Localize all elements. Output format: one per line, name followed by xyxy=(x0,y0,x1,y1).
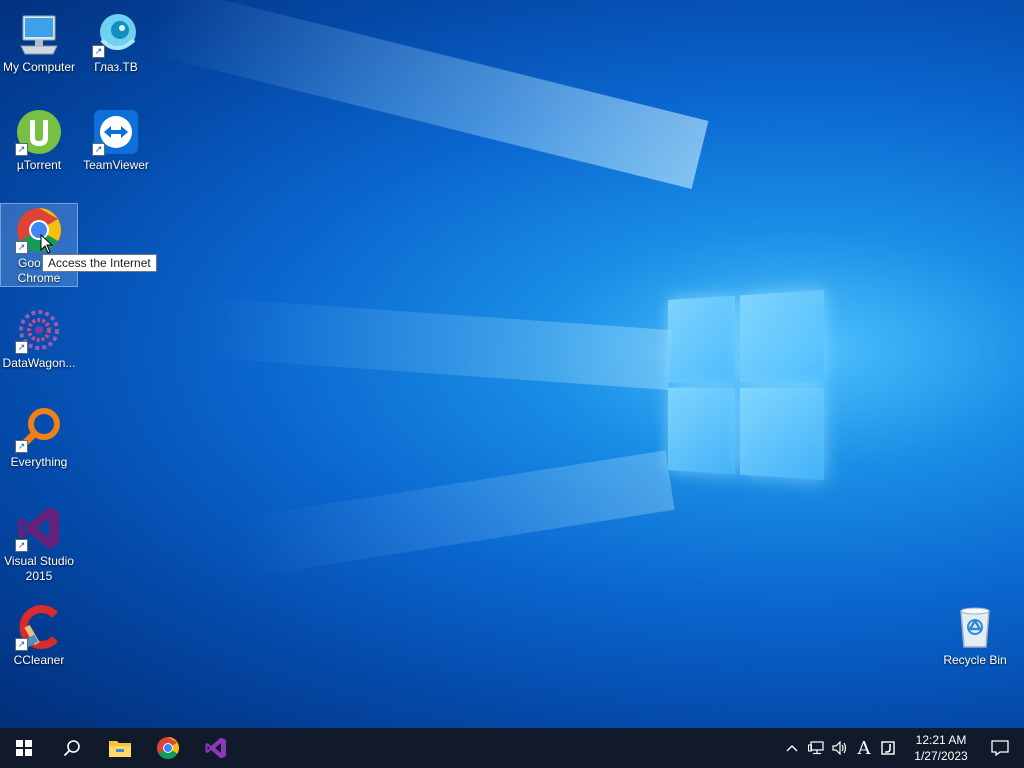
desktop-icon-google-chrome[interactable]: ↗ Goo Chrome xyxy=(0,203,78,287)
network-icon xyxy=(808,741,824,755)
desktop-icon-teamviewer[interactable]: ↗ TeamViewer xyxy=(78,106,154,173)
mouse-cursor-icon xyxy=(40,233,54,254)
desktop-icon-datawagon[interactable]: ↗ DataWagon... xyxy=(1,304,77,371)
desktop-icon-label: Глаз.ТВ xyxy=(94,60,138,74)
chrome-icon xyxy=(157,737,179,759)
network-button[interactable] xyxy=(804,728,828,768)
shortcut-arrow-icon: ↗ xyxy=(15,638,28,651)
desktop-icon-label: Everything xyxy=(10,455,68,469)
wallpaper-beam xyxy=(199,297,673,390)
desktop-icon-label: Chrome xyxy=(17,271,61,285)
desktop-icon-glaz-tv[interactable]: ↗ Глаз.ТВ xyxy=(78,8,154,75)
desktop-icon-everything[interactable]: ↗ Everything xyxy=(1,403,77,470)
desktop-icon-ccleaner[interactable]: ↗ CCleaner xyxy=(1,601,77,668)
shortcut-arrow-icon: ↗ xyxy=(15,539,28,552)
tooltip: Access the Internet xyxy=(42,254,157,272)
recycle-bin-icon xyxy=(951,603,999,651)
start-button[interactable] xyxy=(0,728,48,768)
ime-button[interactable] xyxy=(876,728,900,768)
shortcut-arrow-icon: ↗ xyxy=(15,440,28,453)
teamviewer-icon: ↗ xyxy=(92,108,140,156)
everything-icon: ↗ xyxy=(15,405,63,453)
wallpaper-beam xyxy=(240,450,675,577)
desktop-icon-visual-studio[interactable]: ↗ Visual Studio 2015 xyxy=(1,502,77,584)
show-hidden-icons-button[interactable] xyxy=(780,728,804,768)
chevron-up-icon xyxy=(786,745,798,752)
desktop-icon-label: Recycle Bin xyxy=(943,653,1007,667)
desktop-icon-label: µTorrent xyxy=(16,158,62,172)
desktop[interactable]: My Computer ↗ Глаз.ТВ ↗ µTorrent ↗ TeamV… xyxy=(0,0,1024,728)
start-icon xyxy=(16,740,32,756)
speaker-icon xyxy=(832,741,847,755)
desktop-icon-recycle-bin[interactable]: Recycle Bin xyxy=(937,601,1013,668)
utorrent-icon: ↗ xyxy=(15,108,63,156)
clock-time: 12:21 AM xyxy=(915,733,967,747)
desktop-icon-label: CCleaner xyxy=(13,653,65,667)
shortcut-arrow-icon: ↗ xyxy=(92,143,105,156)
taskbar-visual-studio[interactable] xyxy=(192,728,240,768)
action-center-button[interactable] xyxy=(976,728,1024,768)
visual-studio-icon: ↗ xyxy=(15,504,63,552)
desktop-icon-label: Visual Studio xyxy=(4,554,74,568)
taskbar-chrome[interactable] xyxy=(144,728,192,768)
desktop-icon-label: 2015 xyxy=(25,569,53,583)
chrome-icon: ↗ xyxy=(15,206,63,254)
desktop-icon-label: My Computer xyxy=(2,60,76,74)
desktop-icon-utorrent[interactable]: ↗ µTorrent xyxy=(1,106,77,173)
desktop-icon-label: TeamViewer xyxy=(83,158,149,172)
shortcut-arrow-icon: ↗ xyxy=(15,341,28,354)
shortcut-arrow-icon: ↗ xyxy=(15,241,28,254)
notification-icon xyxy=(991,740,1009,756)
shortcut-arrow-icon: ↗ xyxy=(15,143,28,156)
search-button[interactable] xyxy=(48,728,96,768)
clock-date: 1/27/2023 xyxy=(914,749,968,763)
ccleaner-icon: ↗ xyxy=(15,603,63,651)
clock[interactable]: 12:21 AM 1/27/2023 xyxy=(906,732,976,764)
wallpaper-beam xyxy=(148,0,709,189)
datawagon-icon: ↗ xyxy=(15,306,63,354)
file-explorer-icon xyxy=(109,741,131,757)
taskbar-file-explorer[interactable] xyxy=(96,728,144,768)
ime-icon xyxy=(881,741,895,755)
input-indicator[interactable]: A xyxy=(852,728,876,768)
windows-logo-wallpaper xyxy=(668,290,824,480)
search-icon xyxy=(63,740,80,757)
volume-button[interactable] xyxy=(828,728,852,768)
computer-icon xyxy=(15,10,63,58)
desktop-icon-my-computer[interactable]: My Computer xyxy=(1,8,77,75)
shortcut-arrow-icon: ↗ xyxy=(92,45,105,58)
visual-studio-icon xyxy=(205,737,226,759)
glaz-tv-icon: ↗ xyxy=(92,10,140,58)
system-tray: A 12:21 AM 1/27/2023 xyxy=(780,728,1024,768)
desktop-icon-label: DataWagon... xyxy=(2,356,76,370)
taskbar: A 12:21 AM 1/27/2023 xyxy=(0,728,1024,768)
